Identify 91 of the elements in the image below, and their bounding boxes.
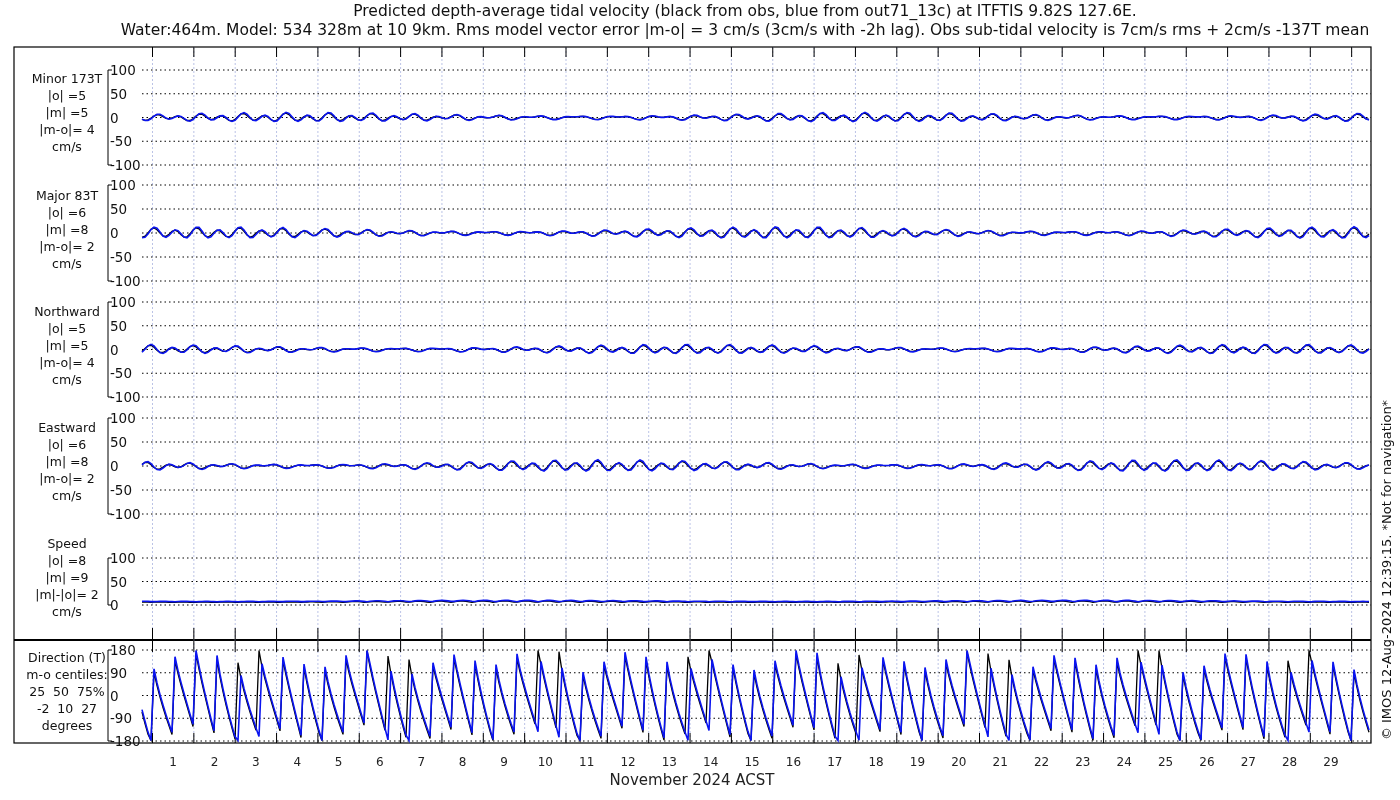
panel-label: Major 83T (35, 188, 99, 203)
y-tick-label: -50 (110, 249, 133, 265)
copyright-note: © IMOS 12-Aug-2024 12:39:15. *Not for navigation* (1379, 399, 1394, 741)
y-tick-label: 0 (110, 225, 119, 241)
panel-label: |m| =8 (45, 222, 89, 237)
panel-label: |o| =8 (47, 553, 87, 568)
panel-label: cm/s (52, 604, 82, 619)
panel-label: degrees (41, 718, 93, 733)
day-tick-label: 24 (1116, 755, 1132, 769)
panel-label: |m-o|= 2 (39, 471, 95, 486)
day-tick-label: 7 (417, 755, 426, 769)
y-tick-label: 100 (110, 294, 136, 310)
y-tick-label: 50 (110, 573, 128, 590)
y-tick-label: -50 (110, 133, 133, 150)
panel-label: |m| =5 (45, 338, 89, 353)
y-tick-label: -50 (110, 365, 133, 382)
panel-label: Eastward (38, 420, 96, 435)
y-tick-label: -50 (110, 482, 133, 498)
y-tick-label: 0 (110, 687, 119, 704)
day-tick-label: 1 (169, 755, 177, 769)
day-tick-label: 26 (1199, 755, 1215, 769)
panel-label: Minor 173T (31, 71, 103, 86)
day-tick-label: 28 (1282, 755, 1298, 769)
panel-label: Direction (T) (28, 650, 106, 665)
panel-label: |m-o|= 2 (39, 239, 95, 254)
day-tick-label: 11 (579, 755, 595, 769)
x-axis-label: November 2024 ACST (609, 771, 775, 789)
day-tick-label: 15 (744, 755, 760, 769)
day-tick-label: 21 (992, 755, 1008, 769)
day-tick-label: 10 (537, 755, 553, 769)
day-tick-label: 9 (500, 755, 508, 769)
panel-label: cm/s (52, 372, 82, 387)
day-tick-label: 6 (376, 755, 384, 769)
panel-label: |m| =5 (45, 105, 89, 120)
panel-label: cm/s (52, 139, 82, 154)
y-tick-label: -90 (110, 710, 133, 727)
panel-label: |m| =9 (45, 570, 89, 585)
y-tick-label: 90 (110, 664, 128, 681)
y-tick-label: 0 (110, 597, 119, 613)
panel-label: |o| =5 (47, 321, 87, 336)
day-tick-label: 23 (1075, 755, 1091, 769)
panel-label: 25 50 75% (29, 684, 105, 699)
y-tick-label: 50 (110, 85, 128, 102)
y-tick-label: 50 (110, 201, 128, 217)
y-tick-label: 50 (110, 434, 128, 450)
day-tick-label: 2 (210, 755, 219, 769)
panel-label: |m-o|= 4 (39, 355, 95, 370)
day-tick-label: 4 (293, 755, 302, 769)
panel-label: -2 10 27 (36, 701, 98, 716)
day-tick-label: 18 (868, 755, 884, 769)
panel-label: |o| =5 (47, 88, 87, 103)
day-tick-label: 8 (458, 755, 467, 769)
day-tick-label: 25 (1157, 755, 1174, 769)
y-tick-label: 100 (110, 410, 136, 426)
panel-label: |o| =6 (47, 205, 87, 220)
day-tick-label: 19 (909, 755, 926, 769)
day-tick-label: 22 (1033, 755, 1050, 769)
y-tick-label: 180 (110, 642, 136, 658)
chart-title: Predicted depth-average tidal velocity (black from obs, blue from out71_13c) at ITFTIS 9.82S 127.6E. (353, 2, 1137, 20)
panel-label: |m|-|o|= 2 (35, 587, 99, 602)
panel-label: m-o centiles: (26, 667, 108, 682)
y-tick-label: -100 (110, 273, 141, 289)
panel-label: |m-o|= 4 (39, 122, 95, 137)
day-tick-label: 5 (334, 755, 343, 769)
day-tick-label: 20 (951, 755, 967, 769)
y-tick-label: -100 (110, 157, 141, 173)
y-axis (107, 557, 113, 606)
day-tick-label: 3 (252, 755, 260, 769)
panel-label: Speed (47, 536, 87, 551)
y-tick-label: 0 (110, 109, 119, 126)
y-tick-label: -100 (110, 389, 141, 405)
y-tick-label: 0 (110, 458, 119, 474)
y-tick-label: -100 (110, 506, 141, 522)
panel-label: |o| =6 (47, 437, 87, 452)
panel-label: cm/s (52, 256, 82, 271)
day-tick-label: 17 (827, 755, 843, 769)
day-tick-label: 29 (1323, 755, 1339, 769)
day-tick-label: 14 (703, 755, 719, 769)
y-tick-label: 50 (110, 317, 128, 334)
panel-label: cm/s (52, 488, 82, 503)
day-tick-label: 27 (1240, 755, 1256, 769)
day-tick-label: 13 (661, 755, 677, 769)
y-tick-label: 100 (110, 550, 136, 566)
y-tick-label: 0 (110, 341, 119, 358)
day-tick-label: 16 (785, 755, 802, 769)
chart-title: Water:464m. Model: 534 328m at 10 9km. Rms model vector error |m-o| = 3 cm/s (3cm/s with -2h lag). Obs sub-tidal velocity is 7cm/s rms + 2cm/s -137T mean (120, 21, 1370, 39)
y-tick-label: 100 (110, 177, 136, 193)
y-tick-label: 100 (110, 62, 136, 78)
day-tick-label: 12 (620, 755, 636, 769)
panel-label: Northward (34, 304, 100, 319)
panel-label: |m| =8 (45, 454, 89, 469)
